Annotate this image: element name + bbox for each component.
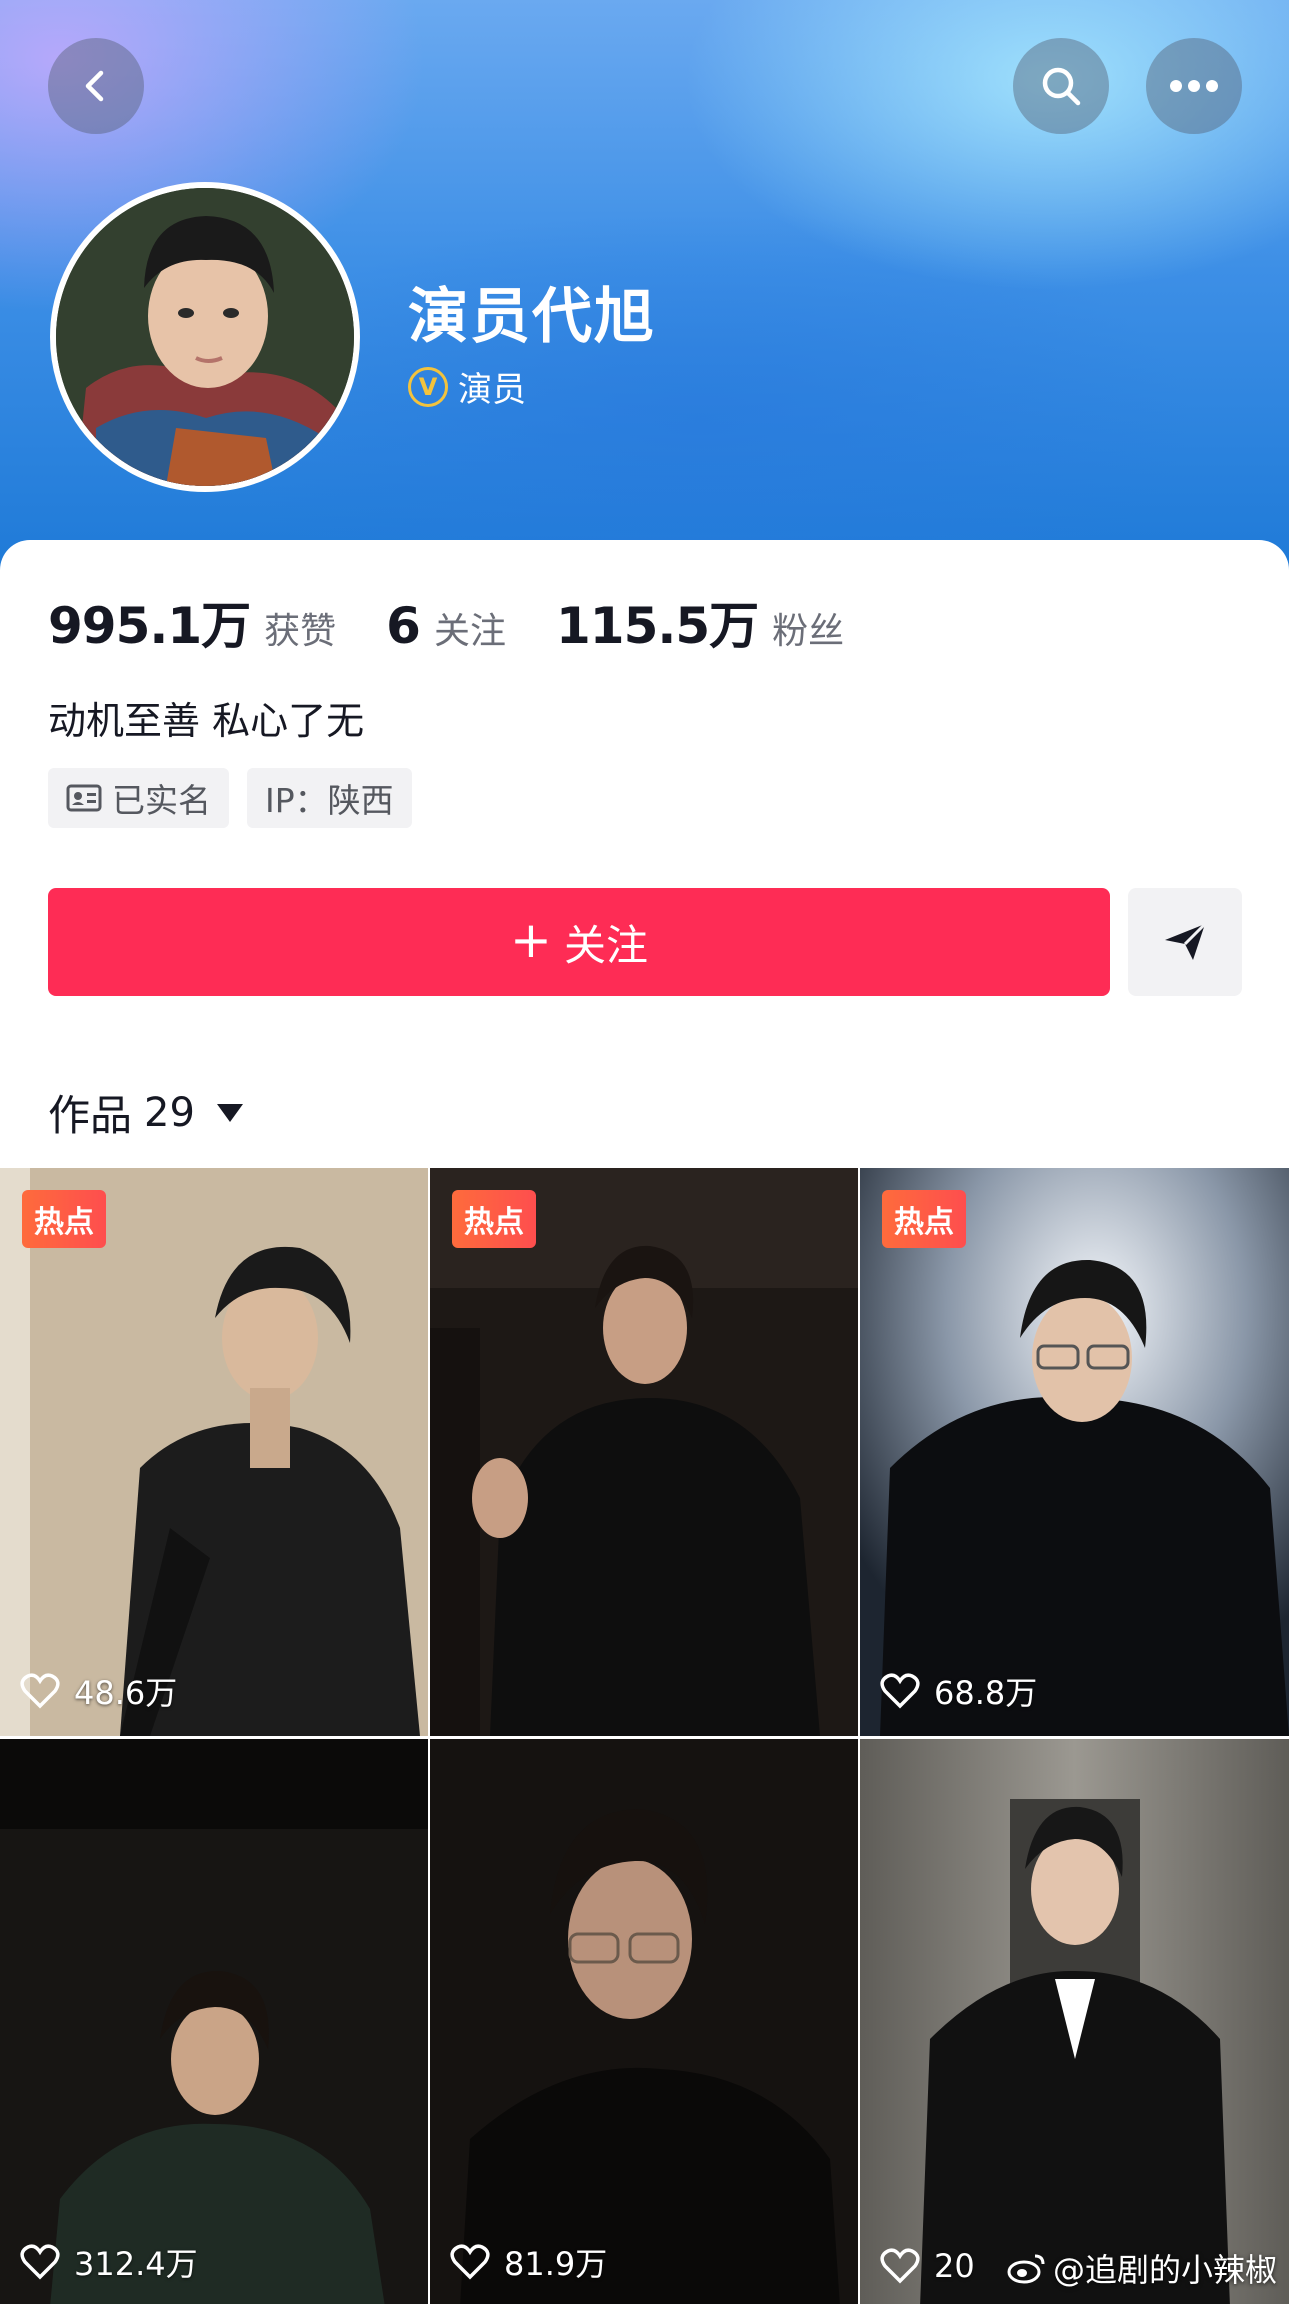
profile-bio: 动机至善 私心了无 <box>48 699 365 743</box>
caret-down-icon <box>216 1103 243 1122</box>
video-photo <box>860 1168 1289 1736</box>
video-thumbnail[interactable]: 热点 <box>430 1168 858 1736</box>
heart-icon <box>20 1673 60 1709</box>
search-button[interactable] <box>1013 38 1109 134</box>
id-card-icon <box>66 784 102 812</box>
like-count-value: 48.6万 <box>74 1674 178 1712</box>
video-photo <box>430 1168 858 1736</box>
hot-badge: 热点 <box>882 1190 966 1248</box>
works-count: 29 <box>144 1089 195 1136</box>
video-thumbnail[interactable]: 热点 68.8万 <box>860 1168 1289 1736</box>
works-label: 作品 <box>48 1091 133 1140</box>
verification-row: V 演员 <box>408 362 526 411</box>
stat-likes-value: 995.1万 <box>48 597 251 655</box>
stat-following-label: 关注 <box>433 611 506 652</box>
video-thumbnail[interactable]: 20 @追剧的小辣椒 <box>860 1739 1289 2304</box>
video-photo <box>0 1739 428 2304</box>
verification-label: 演员 <box>458 370 526 410</box>
like-count: 48.6万 <box>20 1668 177 1714</box>
send-plane-icon <box>1165 922 1207 960</box>
video-thumbnail[interactable]: 81.9万 <box>430 1739 858 2304</box>
stat-followers-value: 115.5万 <box>555 597 759 655</box>
hot-badge: 热点 <box>22 1190 106 1248</box>
like-count-value: 20 <box>934 2247 975 2285</box>
video-photo <box>0 1168 428 1736</box>
follow-button[interactable]: + 关注 <box>48 888 1110 996</box>
works-tab[interactable]: 作品 29 <box>48 1082 243 1143</box>
video-thumbnail[interactable]: 312.4万 <box>0 1739 428 2304</box>
weibo-logo-icon <box>1007 2254 1045 2284</box>
follow-label: 关注 <box>563 920 648 970</box>
more-dots-icon <box>1170 80 1218 92</box>
hot-badge: 热点 <box>452 1190 536 1248</box>
video-grid: 热点 48.6万 热点 热点 68.8万 312.4万 81.9万 20 @追剧… <box>0 1168 1289 2304</box>
tag-row: 已实名 IP：陕西 <box>48 768 412 828</box>
ip-location-label: IP：陕西 <box>265 781 394 820</box>
like-count-value: 68.8万 <box>934 1674 1038 1712</box>
heart-icon <box>880 1673 920 1709</box>
verified-v-icon: V <box>408 366 448 407</box>
back-arrow-icon <box>85 70 104 102</box>
like-count-value: 312.4万 <box>74 2245 198 2283</box>
message-button[interactable] <box>1128 888 1242 996</box>
heart-icon <box>880 2248 920 2284</box>
video-thumbnail[interactable]: 热点 48.6万 <box>0 1168 428 1736</box>
video-photo <box>860 1739 1289 2304</box>
avatar[interactable] <box>50 182 360 492</box>
watermark-text: @追剧的小辣椒 <box>1052 2251 1277 2289</box>
stat-followers-label: 粉丝 <box>772 611 845 652</box>
stat-likes-label: 获赞 <box>264 611 337 652</box>
heart-icon <box>450 2244 490 2280</box>
plus-icon: + <box>510 911 552 969</box>
video-photo <box>430 1739 858 2304</box>
like-count: 81.9万 <box>450 2239 607 2285</box>
more-button[interactable] <box>1146 38 1242 134</box>
heart-icon <box>20 2244 60 2280</box>
profile-header: 演员代旭 V 演员 <box>0 0 1289 600</box>
stat-following[interactable]: 6 关注 <box>386 597 506 655</box>
like-count: 20 <box>880 2247 975 2285</box>
stat-following-value: 6 <box>386 597 421 655</box>
stats-row: 995.1万 获赞 6 关注 115.5万 粉丝 <box>48 586 894 658</box>
like-count: 68.8万 <box>880 1668 1037 1714</box>
watermark: @追剧的小辣椒 <box>1007 2245 1277 2291</box>
ip-location-tag: IP：陕西 <box>247 768 412 828</box>
real-name-tag: 已实名 <box>48 768 229 828</box>
like-count: 312.4万 <box>20 2239 198 2285</box>
stat-followers[interactable]: 115.5万 粉丝 <box>556 586 844 658</box>
back-button[interactable] <box>48 38 144 134</box>
real-name-label: 已实名 <box>112 781 211 820</box>
search-icon <box>1042 67 1081 106</box>
avatar-portrait <box>56 188 354 486</box>
profile-name: 演员代旭 <box>408 282 656 352</box>
profile-info-card: 995.1万 获赞 6 关注 115.5万 粉丝 动机至善 私心了无 已实名 I… <box>0 540 1289 1170</box>
like-count-value: 81.9万 <box>504 2245 608 2283</box>
stat-likes[interactable]: 995.1万 获赞 <box>48 586 336 658</box>
